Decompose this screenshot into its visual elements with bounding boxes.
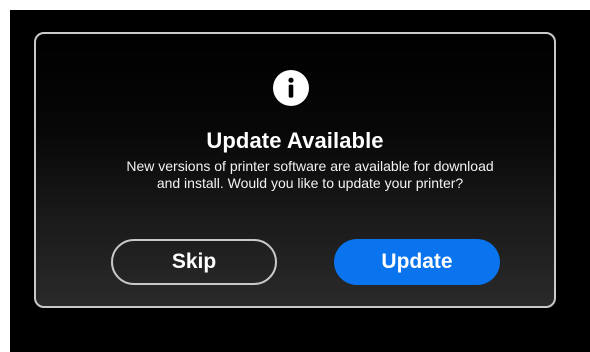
dialog-message: New versions of printer software are ava… [120,158,500,192]
dialog-message-line-1: New versions of printer software are ava… [126,158,494,174]
info-icon [273,70,309,106]
update-button[interactable]: Update [334,239,500,285]
dialog-message-line-2: and install. Would you like to update yo… [156,175,464,191]
dialog-title: Update Available [206,128,384,153]
info-icon-glyph [288,77,294,98]
skip-button[interactable]: Skip [111,239,277,285]
